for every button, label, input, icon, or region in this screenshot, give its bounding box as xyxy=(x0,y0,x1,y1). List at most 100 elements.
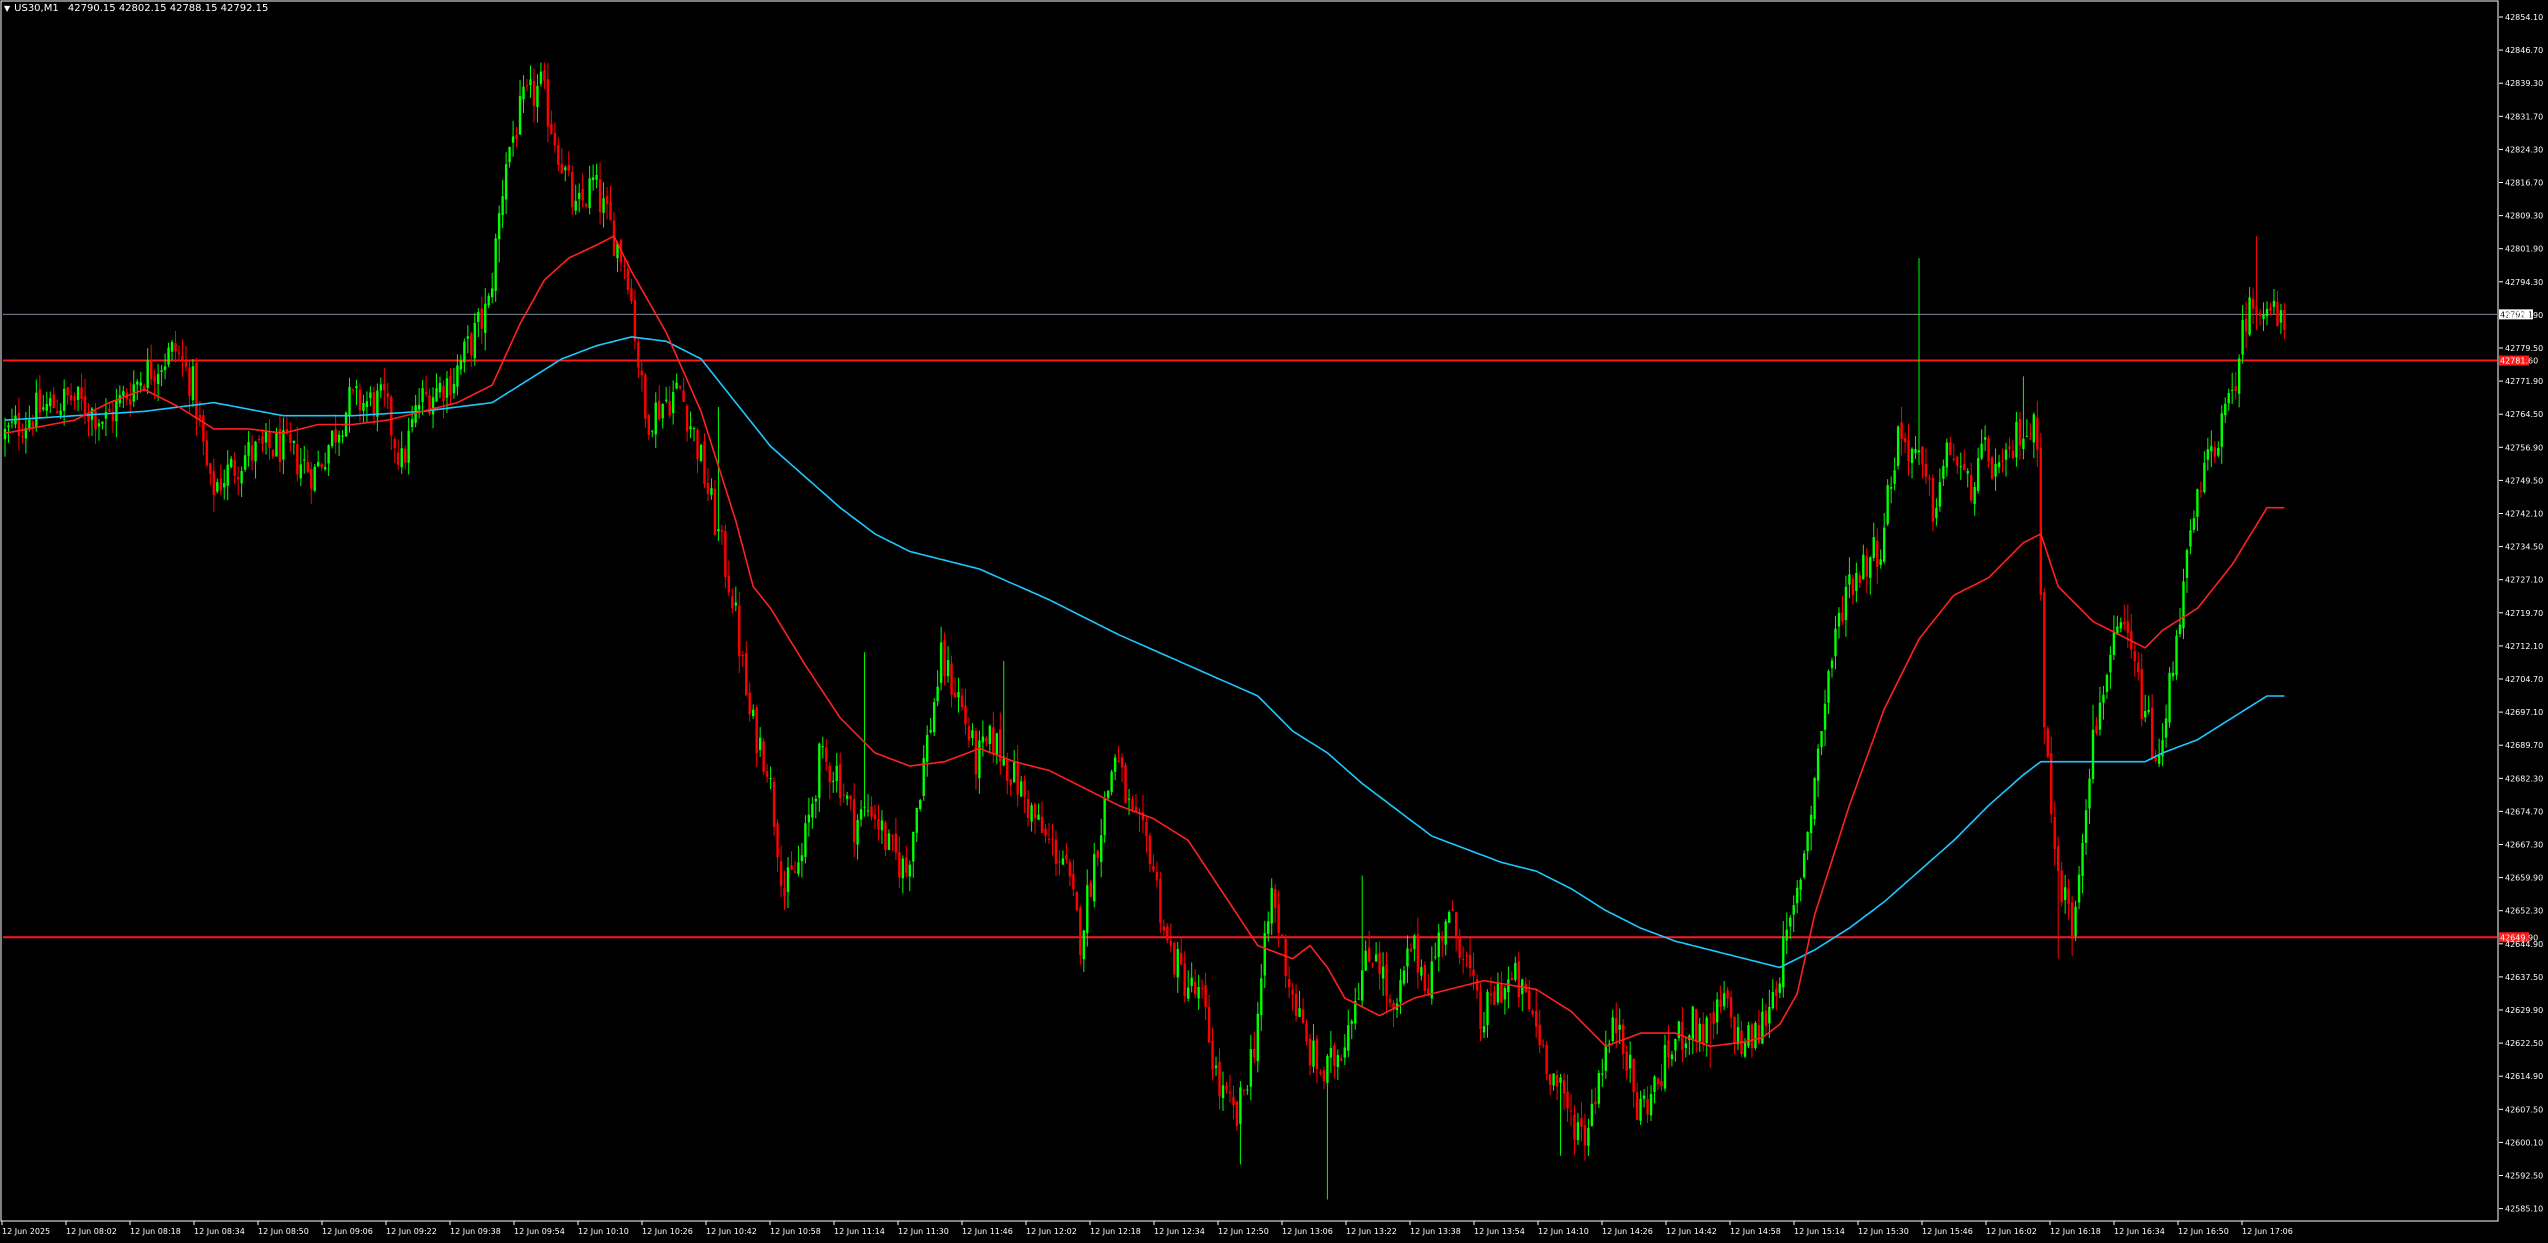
candle-body xyxy=(825,747,828,762)
price-tick-label: 42629.90 xyxy=(2505,1006,2543,1015)
candle-body xyxy=(769,778,772,780)
candle-body xyxy=(205,440,209,466)
candle-body xyxy=(891,834,894,837)
candle-body xyxy=(1120,757,1124,768)
price-tick-label: 42839.30 xyxy=(2505,79,2543,88)
candle-body xyxy=(1601,1073,1604,1075)
candle-body xyxy=(741,655,744,657)
candle-body xyxy=(1945,442,1949,468)
candle-body xyxy=(1535,1011,1538,1027)
candle-body xyxy=(1573,1114,1576,1140)
candle-body xyxy=(1851,578,1855,596)
time-tick-label: 12 Jun 16:34 xyxy=(2114,1227,2165,1236)
price-tick-label: 42831.70 xyxy=(2505,112,2543,121)
candle-body xyxy=(675,382,678,389)
candle-body xyxy=(1500,984,1503,1003)
candle-body xyxy=(793,871,797,873)
candle-body xyxy=(424,392,428,395)
candle-body xyxy=(532,80,536,106)
close-value: 42792.15 xyxy=(220,3,269,14)
chart-window[interactable]: 42781.60 42649.90 42792.15 42854.10 42846.70… xyxy=(0,0,2548,1243)
candle-body xyxy=(2272,300,2276,307)
price-chart[interactable]: 42781.6042649.9042792.1542854.1042846.70… xyxy=(0,0,2548,1243)
price-tick-label: 42727.10 xyxy=(2505,576,2543,585)
candle-body xyxy=(390,396,393,436)
price-tick-label: 42846.70 xyxy=(2505,46,2543,55)
candle-body xyxy=(2265,308,2269,317)
candle-body xyxy=(745,653,748,696)
candle-body xyxy=(1176,949,1179,978)
candle-body xyxy=(2269,307,2272,311)
candle-body xyxy=(633,300,637,341)
candle-body xyxy=(1166,926,1169,941)
price-tick-label: 42659.90 xyxy=(2505,874,2543,883)
candle-body xyxy=(765,771,769,777)
candle-body xyxy=(1921,446,1924,465)
candle-body xyxy=(734,602,737,606)
candle-body xyxy=(1047,839,1051,841)
candle-body xyxy=(1197,986,1200,999)
candle-body xyxy=(2046,728,2049,757)
candle-body xyxy=(1757,1025,1761,1044)
candle-body xyxy=(863,806,866,808)
price-tick-label: 42674.70 xyxy=(2505,807,2543,816)
candle-body xyxy=(198,414,202,419)
candle-body xyxy=(2244,318,2248,332)
candle-body xyxy=(1127,798,1131,800)
candle-body xyxy=(2029,438,2032,440)
candle-body xyxy=(1938,482,1942,507)
candle-body xyxy=(1907,440,1910,462)
collapse-arrow-icon[interactable]: ▼ xyxy=(4,4,10,13)
candle-body xyxy=(1903,437,1907,443)
candle-body xyxy=(2147,709,2150,713)
candle-body xyxy=(2084,810,2088,843)
candle-body xyxy=(257,439,261,441)
candle-body xyxy=(2237,358,2241,394)
candle-body xyxy=(1667,1040,1670,1058)
time-tick-label: 12 Jun 16:18 xyxy=(2050,1227,2101,1236)
candle-body xyxy=(491,288,494,298)
candle-body xyxy=(438,382,442,393)
candle-body xyxy=(330,430,334,447)
candle-body xyxy=(1343,1047,1346,1058)
candle-body xyxy=(1207,1007,1211,1043)
candle-body xyxy=(637,342,640,368)
candle-body xyxy=(400,448,403,468)
candle-body xyxy=(898,852,901,878)
candle-body xyxy=(261,436,264,445)
candle-body xyxy=(880,820,884,831)
candle-body xyxy=(2196,489,2199,517)
candle-body xyxy=(971,730,974,738)
low-value: 42788.15 xyxy=(169,3,218,14)
candle-body xyxy=(1023,780,1026,797)
candle-body xyxy=(1287,978,1291,988)
candle-body xyxy=(786,867,790,893)
candle-body xyxy=(2241,320,2244,355)
candle-body xyxy=(1461,958,1465,960)
candle-body xyxy=(1280,934,1284,938)
candle-body xyxy=(1528,990,1531,1010)
candle-body xyxy=(1155,872,1159,881)
candle-body xyxy=(814,798,818,802)
candle-body xyxy=(2262,314,2265,319)
candle-body xyxy=(939,642,943,683)
candle-body xyxy=(877,818,880,830)
candle-body xyxy=(188,367,191,397)
candle-body xyxy=(1493,991,1496,1005)
candle-body xyxy=(327,445,330,464)
candle-body xyxy=(797,862,800,874)
candle-body xyxy=(2025,436,2029,438)
candle-body xyxy=(296,443,299,475)
candle-body xyxy=(1211,1040,1214,1070)
candle-body xyxy=(2144,711,2147,718)
candle-body xyxy=(1802,853,1806,878)
candle-body xyxy=(1507,979,1510,993)
candle-body xyxy=(1931,478,1935,522)
candle-body xyxy=(2060,870,2063,903)
candle-body xyxy=(1117,760,1120,762)
candle-body xyxy=(1576,1122,1580,1141)
candle-body xyxy=(1218,1062,1221,1097)
candle-body xyxy=(1416,934,1420,973)
candle-body xyxy=(894,833,898,853)
candle-body xyxy=(1806,832,1809,852)
